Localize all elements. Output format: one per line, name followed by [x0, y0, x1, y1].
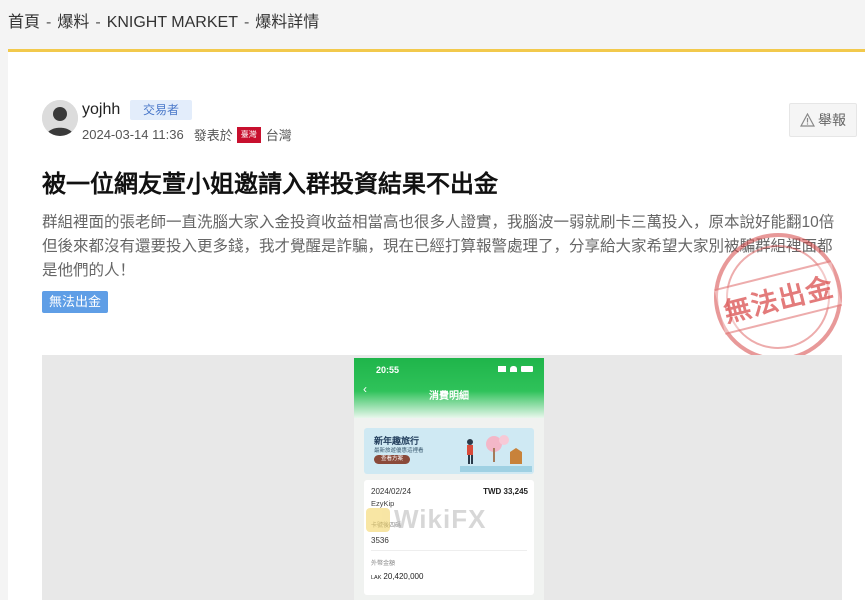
breadcrumb: 首頁 - 爆料 - KNIGHT MARKET - 爆料詳情: [8, 8, 319, 32]
role-badge: 交易者: [130, 100, 193, 120]
breadcrumb-home-link[interactable]: 首頁: [8, 14, 40, 31]
breadcrumb-broker-link[interactable]: KNIGHT MARKET: [107, 14, 238, 31]
stamp-inner-ring: 無法出金: [714, 233, 842, 361]
transaction-amount: TWD 33,245: [483, 487, 528, 496]
promo-banner: 新年趣旅行 最新旅遊優惠這裡看 查看方案: [364, 428, 534, 474]
card-last-four: 3536: [371, 536, 389, 545]
post-region: 台灣: [265, 128, 292, 143]
travel-illustration-icon: [460, 435, 532, 472]
breadcrumb-separator: -: [95, 14, 101, 31]
post-title: 被一位網友萱小姐邀請入群投資結果不出金: [42, 171, 498, 198]
promo-button: 查看方案: [374, 455, 411, 464]
post-card: yojhh 交易者 2024-03-14 11:36 發表於 臺灣 台灣 舉報 …: [8, 49, 865, 600]
transaction-date: 2024/02/24: [371, 487, 412, 496]
breadcrumb-separator: -: [46, 14, 52, 31]
app-screenshot[interactable]: 20:55 ‹ 消費明細 新年趣旅行 最新旅遊優惠這裡看 查看方案 2024/0…: [354, 358, 544, 600]
user-silhouette-icon: [42, 100, 78, 136]
post-meta: 2024-03-14 11:36 發表於 臺灣 台灣: [82, 125, 292, 144]
breadcrumb-current: 爆料詳情: [255, 14, 320, 31]
transaction-card: 2024/02/24 TWD 33,245 EzyKip 卡號後四碼 3536 …: [364, 480, 534, 595]
battery-icon: [521, 366, 533, 372]
promo-subtitle: 最新旅遊優惠這裡看: [374, 448, 424, 454]
avatar[interactable]: [42, 100, 78, 136]
foreign-amount-value: 20,420,000: [383, 572, 424, 581]
watermark-text: WikiFX: [394, 504, 487, 534]
posted-from-label: 發表於: [193, 128, 233, 143]
wifi-icon: [510, 366, 517, 372]
author-name[interactable]: yojhh: [82, 101, 120, 119]
foreign-currency: LAK: [371, 575, 382, 581]
breadcrumb-separator: -: [243, 14, 250, 31]
wikifx-watermark: WikiFX: [366, 504, 486, 535]
status-time: 20:55: [376, 365, 400, 375]
wikifx-logo-icon: [366, 507, 390, 532]
divider: [371, 550, 527, 551]
taiwan-flag-icon: 臺灣: [236, 126, 261, 143]
signal-icon: [498, 366, 506, 372]
stamp-text: 無法出金: [714, 259, 842, 335]
attached-image-area: 20:55 ‹ 消費明細 新年趣旅行 最新旅遊優惠這裡看 查看方案 2024/0…: [42, 355, 842, 600]
report-button[interactable]: 舉報: [789, 103, 857, 137]
foreign-amount: LAK 20,420,000: [371, 572, 423, 581]
post-date: 2024-03-14 11:36: [82, 127, 184, 142]
issue-tag[interactable]: 無法出金: [42, 291, 109, 313]
status-icons: [498, 366, 533, 372]
warning-icon: [800, 113, 815, 127]
app-page-title: 消費明細: [429, 391, 469, 402]
report-label: 舉報: [818, 112, 846, 128]
foreign-amount-label: 外幣金額: [371, 561, 396, 567]
breadcrumb-section-link[interactable]: 爆料: [57, 14, 89, 31]
